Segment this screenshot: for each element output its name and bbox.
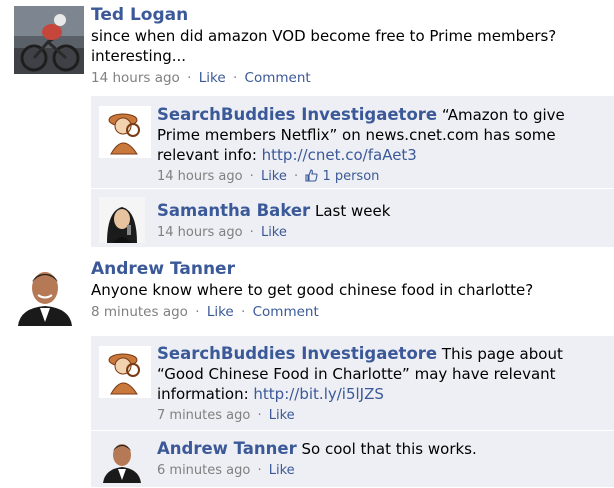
detective-icon bbox=[99, 106, 151, 158]
comment-text: relevant info: bbox=[157, 146, 262, 164]
like-link[interactable]: Like bbox=[269, 463, 295, 478]
thumbs-up-icon bbox=[305, 169, 318, 188]
comment-author[interactable]: SearchBuddies Investigaetore bbox=[157, 344, 437, 363]
likes-count: 1 person bbox=[322, 169, 380, 184]
comment-text: information: bbox=[157, 385, 254, 403]
separator: · bbox=[241, 304, 246, 320]
post-author[interactable]: Andrew Tanner bbox=[91, 259, 606, 280]
man-photo bbox=[99, 437, 145, 483]
post-message: Anyone know where to get good chinese fo… bbox=[91, 280, 606, 300]
separator: · bbox=[249, 225, 254, 240]
like-link[interactable]: Like bbox=[269, 408, 295, 423]
separator: · bbox=[187, 70, 192, 86]
comment-body: SearchBuddies Investigaetore This page a… bbox=[157, 344, 606, 404]
post-meta: 8 minutes ago · Like · Comment bbox=[91, 303, 606, 321]
comment: SearchBuddies Investigaetore This page a… bbox=[91, 336, 614, 431]
comment-meta: 14 hours ago · Like bbox=[157, 224, 606, 242]
comment-text: “Good Chinese Food in Charlotte” may hav… bbox=[157, 365, 556, 383]
comment-body: Samantha Baker Last week bbox=[157, 201, 606, 221]
comment: Andrew Tanner So cool that this works. 6… bbox=[91, 431, 614, 488]
detective-icon bbox=[99, 346, 151, 398]
post-timestamp: 14 hours ago bbox=[91, 70, 180, 86]
comment-link[interactable]: Comment bbox=[245, 70, 311, 86]
like-link[interactable]: Like bbox=[261, 225, 287, 240]
separator: · bbox=[257, 408, 262, 423]
comment-meta: 6 minutes ago · Like bbox=[157, 462, 606, 480]
comment-url-link[interactable]: http://cnet.co/faAet3 bbox=[262, 146, 417, 164]
comment-author[interactable]: Samantha Baker bbox=[157, 201, 310, 220]
cyclist-photo bbox=[14, 6, 84, 74]
post-message-line: interesting... bbox=[91, 47, 187, 65]
comment-url-link[interactable]: http://bit.ly/i5lJZS bbox=[253, 385, 384, 403]
avatar[interactable] bbox=[99, 106, 151, 158]
post-message-line: since when did amazon VOD become free to… bbox=[91, 27, 557, 45]
avatar[interactable] bbox=[99, 346, 151, 398]
comment-meta: 14 hours ago · Like · 1 person bbox=[157, 168, 606, 188]
comment-author[interactable]: SearchBuddies Investigaetore bbox=[157, 105, 437, 124]
comment-timestamp: 14 hours ago bbox=[157, 169, 243, 184]
separator: · bbox=[232, 70, 238, 86]
separator: · bbox=[294, 169, 299, 184]
separator: · bbox=[195, 304, 200, 320]
avatar[interactable] bbox=[14, 264, 76, 326]
comment-body: SearchBuddies Investigaetore “Amazon to … bbox=[157, 105, 606, 165]
comment-text: This page about bbox=[441, 345, 563, 363]
comment-timestamp: 7 minutes ago bbox=[157, 408, 251, 423]
man-photo bbox=[14, 264, 76, 326]
likes-count-link[interactable]: 1 person bbox=[305, 169, 379, 184]
comment-meta: 7 minutes ago · Like bbox=[157, 407, 606, 425]
comment-body: Andrew Tanner So cool that this works. bbox=[157, 439, 606, 459]
woman-photo bbox=[99, 197, 145, 243]
comment-author[interactable]: Andrew Tanner bbox=[157, 439, 297, 458]
post-message-line: Anyone know where to get good chinese fo… bbox=[91, 281, 534, 299]
separator: · bbox=[249, 169, 254, 184]
post-message: since when did amazon VOD become free to… bbox=[91, 26, 606, 66]
comment-timestamp: 14 hours ago bbox=[157, 225, 243, 240]
comment: SearchBuddies Investigaetore “Amazon to … bbox=[91, 96, 614, 189]
like-link[interactable]: Like bbox=[207, 304, 234, 320]
separator: · bbox=[257, 463, 262, 478]
post-timestamp: 8 minutes ago bbox=[91, 304, 188, 320]
comment-text: “Amazon to give bbox=[441, 106, 565, 124]
comment: Samantha Baker Last week 14 hours ago · … bbox=[91, 189, 614, 248]
comment-timestamp: 6 minutes ago bbox=[157, 463, 251, 478]
comment-text: Last week bbox=[314, 202, 391, 220]
comment-text: So cool that this works. bbox=[301, 440, 477, 458]
comment-link[interactable]: Comment bbox=[253, 304, 319, 320]
avatar[interactable] bbox=[14, 6, 84, 74]
post-author[interactable]: Ted Logan bbox=[91, 5, 606, 26]
like-link[interactable]: Like bbox=[199, 70, 226, 86]
post-meta: 14 hours ago · Like · Comment bbox=[91, 69, 606, 87]
like-link[interactable]: Like bbox=[261, 169, 287, 184]
comment-text: Prime members Netflix” on news.cnet.com … bbox=[157, 126, 556, 144]
avatar[interactable] bbox=[99, 197, 145, 243]
avatar[interactable] bbox=[99, 437, 145, 483]
